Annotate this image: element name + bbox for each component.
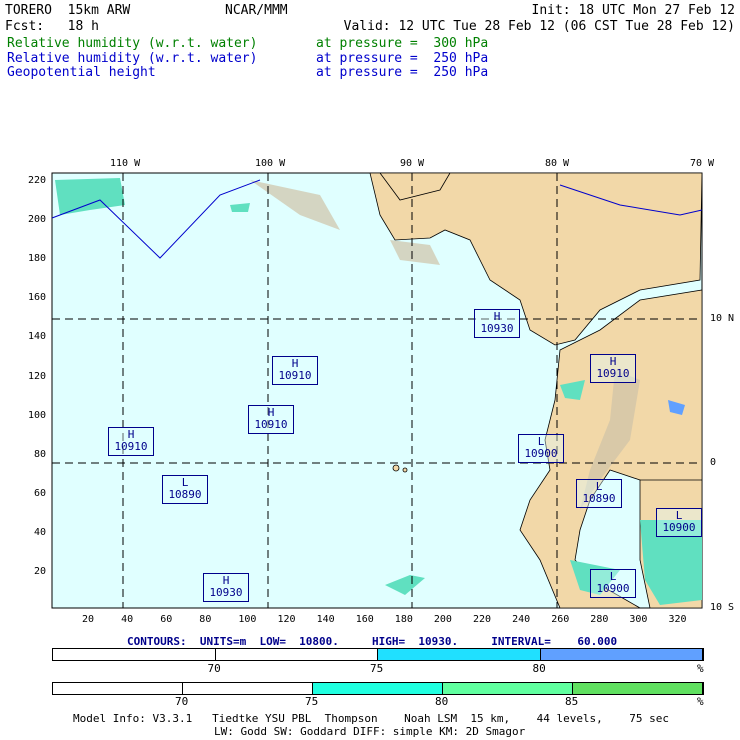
- x-tick-label: 180: [394, 614, 413, 625]
- lon-label: 70 W: [690, 158, 715, 169]
- center-value: 10890: [168, 488, 202, 501]
- x-tick-label: 140: [316, 614, 335, 625]
- center-value: 10930: [209, 586, 243, 599]
- y-tick-label: 40: [33, 526, 46, 538]
- y-tick-label: 100: [27, 409, 46, 421]
- y-tick-label: 120: [27, 370, 46, 382]
- colorbar-segment: [215, 649, 378, 660]
- x-tick-label: 60: [160, 614, 173, 625]
- low-pressure-center: L 10900: [518, 434, 564, 463]
- low-pressure-center: L 10890: [162, 475, 208, 504]
- colorbar-rh-300: [52, 682, 704, 695]
- center-value: 10900: [524, 447, 558, 460]
- x-tick-label: 20: [82, 614, 95, 625]
- field-2-name: Relative humidity (w.r.t. water): [7, 51, 258, 66]
- center-value: 10900: [662, 521, 696, 534]
- valid-time: Valid: 12 UTC Tue 28 Feb 12 (06 CST Tue …: [343, 19, 735, 34]
- field-2-level: at pressure = 250 hPa: [316, 51, 489, 66]
- x-tick-label: 80: [199, 614, 212, 625]
- x-tick-label: 280: [590, 614, 609, 625]
- high-pressure-center: H 10930: [203, 573, 249, 602]
- x-tick-label: 320: [668, 614, 687, 625]
- x-tick-label: 40: [121, 614, 134, 625]
- x-tick-label: 300: [629, 614, 648, 625]
- x-tick-label: 260: [551, 614, 570, 625]
- field-1-level: at pressure = 300 hPa: [316, 36, 489, 51]
- x-tick-label: 200: [433, 614, 452, 625]
- colorbar-label: 70: [175, 695, 189, 708]
- contour-info: CONTOURS: UNITS=m LOW= 10800. HIGH= 1093…: [127, 635, 618, 648]
- center-value: 10890: [582, 492, 616, 505]
- lon-label: 90 W: [400, 158, 425, 169]
- field-3-level: at pressure = 250 hPa: [316, 65, 489, 80]
- colorbar-label: 70: [207, 662, 221, 675]
- forecast-hour: Fcst: 18 h: [5, 19, 99, 34]
- field-3-name: Geopotential height: [7, 65, 156, 80]
- x-tick-label: 220: [473, 614, 492, 625]
- colorbar-segment: [53, 683, 183, 694]
- lon-label: 100 W: [255, 158, 286, 169]
- model-name: TORERO 15km ARW: [5, 3, 131, 18]
- low-pressure-center: L 10900: [656, 508, 702, 537]
- colorbar-label: 80: [435, 695, 449, 708]
- x-tick-label: 240: [512, 614, 531, 625]
- center-value: 10910: [254, 418, 288, 431]
- lat-label: 10 N: [710, 313, 735, 324]
- colorbar-segment: [378, 649, 541, 660]
- y-tick-label: 60: [33, 487, 46, 499]
- low-pressure-center: L 10900: [590, 569, 636, 598]
- center-value: 10910: [114, 440, 148, 453]
- field-1-name: Relative humidity (w.r.t. water): [7, 36, 258, 51]
- center-value: 10910: [596, 367, 630, 380]
- y-tick-label: 180: [27, 253, 46, 265]
- center-value: 10930: [480, 322, 514, 335]
- organization: NCAR/MMM: [225, 3, 288, 18]
- colorbar-segment: [573, 683, 703, 694]
- physics-info: LW: Godd SW: Goddard DIFF: simple KM: 2D…: [214, 725, 526, 738]
- y-tick-label: 20: [33, 566, 46, 577]
- high-pressure-center: H 10930: [474, 309, 520, 338]
- colorbar-label: 85: [565, 695, 579, 708]
- center-value: 10900: [596, 582, 630, 595]
- y-tick-label: 220: [27, 175, 46, 186]
- colorbar-label: %: [697, 695, 704, 708]
- colorbar-segment: [183, 683, 313, 694]
- colorbar-label: 75: [370, 662, 384, 675]
- x-tick-label: 100: [238, 614, 257, 625]
- colorbar-label: %: [697, 662, 704, 675]
- high-pressure-center: H 10910: [108, 427, 154, 456]
- lon-label: 80 W: [545, 158, 570, 169]
- colorbar-segment: [540, 649, 703, 660]
- colorbar-rh-250: [52, 648, 704, 661]
- model-info: Model Info: V3.3.1 Tiedtke YSU PBL Thomp…: [73, 712, 670, 725]
- init-time: Init: 18 UTC Mon 27 Feb 12: [531, 3, 736, 18]
- colorbar-label: 80: [532, 662, 546, 675]
- x-tick-label: 160: [355, 614, 374, 625]
- y-tick-label: 200: [27, 214, 46, 226]
- colorbar-segment: [313, 683, 443, 694]
- lat-label: 10 S: [710, 602, 735, 613]
- y-tick-label: 80: [33, 448, 46, 460]
- lat-label: 0: [710, 457, 717, 468]
- weather-map: [51, 172, 703, 609]
- center-value: 10910: [278, 369, 312, 382]
- colorbar-segment: [53, 649, 216, 660]
- y-tick-label: 160: [27, 292, 46, 304]
- low-pressure-center: L 10890: [576, 479, 622, 508]
- colorbar-segment: [443, 683, 573, 694]
- y-tick-label: 140: [27, 331, 46, 343]
- lon-label: 110 W: [110, 158, 141, 169]
- high-pressure-center: H 10910: [248, 405, 294, 434]
- high-pressure-center: H 10910: [590, 354, 636, 383]
- x-tick-label: 120: [277, 614, 296, 625]
- colorbar-label: 75: [305, 695, 319, 708]
- high-pressure-center: H 10910: [272, 356, 318, 385]
